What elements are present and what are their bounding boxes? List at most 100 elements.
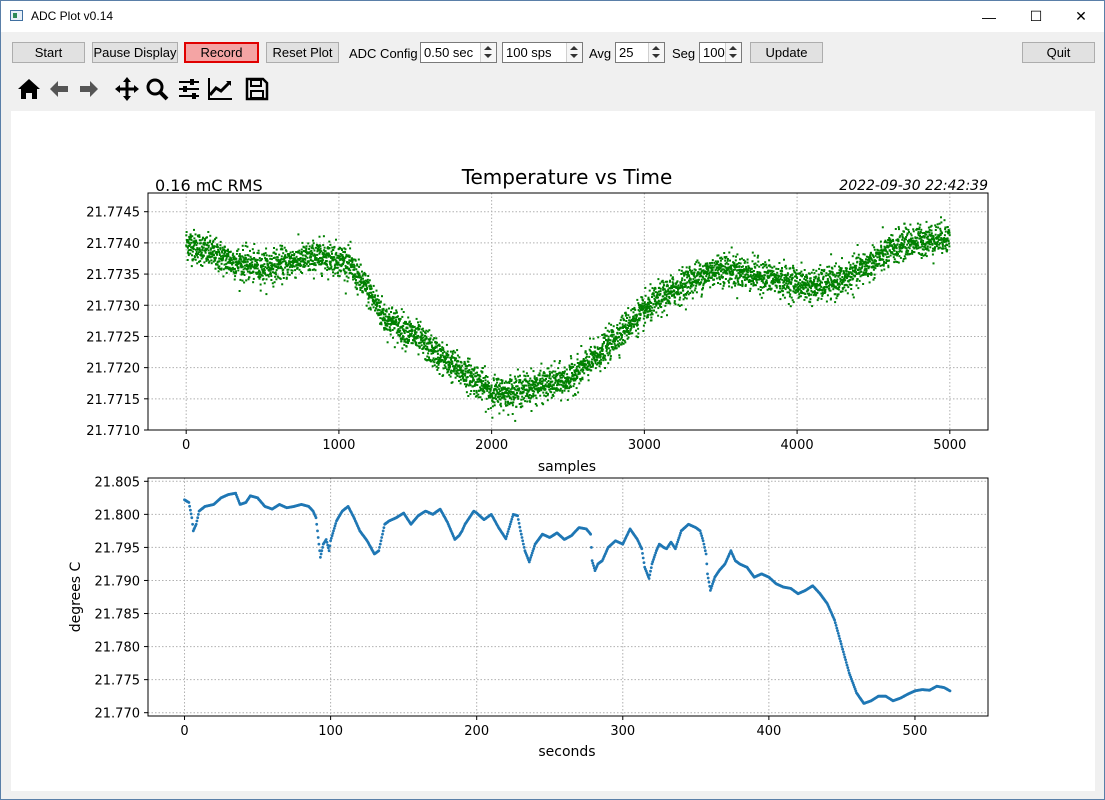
pan-icon[interactable] [113, 75, 141, 103]
data-point [396, 315, 399, 318]
forward-icon[interactable] [75, 75, 103, 103]
data-point [893, 261, 896, 264]
data-point [608, 330, 611, 333]
data-point [461, 364, 464, 367]
avg-stepper[interactable] [648, 43, 664, 62]
data-point [652, 292, 655, 295]
data-point [281, 283, 284, 286]
data-point [410, 332, 413, 335]
data-point [274, 253, 277, 256]
data-point [791, 299, 794, 302]
data-point [865, 269, 868, 272]
data-point [447, 353, 450, 356]
data-point [356, 281, 359, 284]
data-point [805, 286, 808, 289]
rate-stepper[interactable] [566, 43, 582, 62]
data-point [410, 322, 412, 325]
data-point [467, 360, 470, 363]
data-point [347, 244, 350, 247]
data-point [723, 282, 726, 284]
data-point [273, 256, 276, 259]
data-point [620, 336, 623, 339]
record-button[interactable]: Record [184, 42, 259, 63]
update-button[interactable]: Update [750, 42, 823, 63]
rate-spinbox[interactable]: 100 sps [502, 42, 583, 63]
data-point [344, 292, 347, 295]
data-point [601, 344, 604, 347]
data-point [933, 240, 936, 243]
data-point [735, 255, 737, 258]
start-button[interactable]: Start [12, 42, 85, 63]
data-point [777, 268, 780, 270]
data-point [258, 257, 261, 260]
data-point [732, 255, 735, 258]
data-point [578, 366, 581, 369]
data-point [259, 283, 262, 286]
duration-stepper[interactable] [480, 43, 496, 62]
avg-spinbox[interactable]: 25 [615, 42, 665, 63]
data-point [838, 283, 841, 286]
duration-spinbox[interactable]: 0.50 sec [420, 42, 497, 63]
data-point [631, 323, 634, 326]
data-point [527, 384, 530, 387]
data-point [325, 256, 328, 259]
data-point [711, 269, 714, 271]
data-point [666, 284, 669, 287]
data-point [268, 254, 271, 257]
data-point [925, 220, 928, 223]
data-point [495, 398, 498, 400]
save-icon[interactable] [243, 75, 271, 103]
data-point [874, 259, 877, 262]
data-point [669, 274, 672, 277]
seg-stepper[interactable] [725, 43, 741, 62]
data-point [358, 265, 361, 268]
data-point [618, 322, 621, 325]
seg-spinbox[interactable]: 100 [699, 42, 742, 63]
data-point [714, 274, 717, 277]
pause-display-button[interactable]: Pause Display [92, 42, 178, 63]
data-point [566, 398, 569, 401]
data-point [372, 306, 375, 309]
configure-subplots-icon[interactable] [175, 75, 203, 103]
data-point [532, 392, 535, 395]
back-icon[interactable] [45, 75, 73, 103]
data-point [482, 380, 485, 383]
data-point [312, 277, 315, 280]
data-point [858, 266, 861, 269]
home-icon[interactable] [15, 75, 43, 103]
data-point [650, 302, 653, 304]
reset-plot-button[interactable]: Reset Plot [266, 42, 339, 63]
data-point [824, 290, 827, 293]
data-point [343, 279, 346, 282]
edit-axes-icon[interactable] [206, 75, 234, 103]
figure-canvas[interactable]: 0.16 mC RMS 2022-09-30 22:42:39 Temperat… [11, 111, 1095, 791]
data-point [248, 276, 251, 279]
data-point [740, 274, 743, 277]
data-point [809, 301, 812, 304]
data-point [650, 309, 653, 312]
data-point [417, 321, 419, 324]
x-tick-label: 5000 [933, 438, 966, 453]
data-point [604, 354, 607, 357]
close-button[interactable]: ✕ [1058, 1, 1104, 32]
data-point [207, 244, 210, 247]
data-point [465, 379, 468, 382]
zoom-icon[interactable] [143, 75, 171, 103]
maximize-button[interactable]: ☐ [1013, 1, 1059, 32]
data-point [550, 364, 553, 367]
data-point [607, 362, 610, 365]
data-point [514, 377, 517, 380]
quit-button[interactable]: Quit [1022, 42, 1095, 63]
data-point [619, 327, 622, 330]
data-point [353, 264, 356, 267]
data-point [687, 271, 690, 274]
minimize-button[interactable]: — [966, 1, 1012, 32]
data-point [689, 278, 692, 281]
data-point [591, 358, 594, 361]
data-point [848, 261, 850, 264]
data-point [898, 255, 901, 258]
data-point [450, 372, 453, 375]
data-point [349, 269, 352, 272]
data-point [403, 343, 406, 346]
data-point [272, 267, 275, 270]
